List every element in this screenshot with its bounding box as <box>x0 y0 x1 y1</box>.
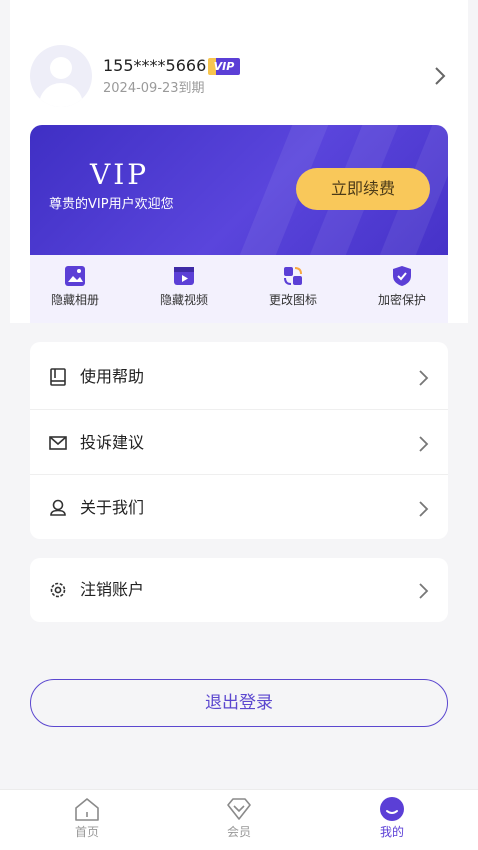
gear-icon <box>50 582 66 598</box>
menu-item-delete-account[interactable]: 注销账户 <box>30 557 448 623</box>
nav-item-member[interactable]: 会员 <box>199 796 279 846</box>
menu-label: 注销账户 <box>80 580 145 599</box>
logout-button[interactable]: 退出登录 <box>30 679 448 727</box>
vip-logo: VIP <box>90 158 150 191</box>
user-icon <box>50 499 66 516</box>
feature-change-icon[interactable]: 更改图标 <box>248 265 338 315</box>
vip-card: VIP 尊贵的VIP用户欢迎您 立即续费 <box>30 125 448 255</box>
menu-item-feedback[interactable]: 投诉建议 <box>30 410 448 476</box>
phone-number: 155****5666 <box>103 56 207 75</box>
nav-item-home[interactable]: 首页 <box>47 796 127 846</box>
chevron-right-icon[interactable] <box>434 66 446 86</box>
feature-hidden-album[interactable]: 隐藏相册 <box>30 265 120 315</box>
menu-label: 使用帮助 <box>80 367 145 386</box>
menu-card: 使用帮助 投诉建议 关于我们 <box>30 342 448 539</box>
diamond-icon <box>227 798 251 820</box>
feature-row: 隐藏相册 隐藏视频 更改图标 加密保护 <box>30 255 448 323</box>
avatar-body-shape <box>39 83 83 107</box>
nav-item-mine[interactable]: 我的 <box>352 796 432 846</box>
book-icon <box>50 368 66 386</box>
menu-item-about[interactable]: 关于我们 <box>30 475 448 541</box>
vip-badge: VIP <box>208 58 240 75</box>
feature-label: 加密保护 <box>377 293 426 307</box>
renew-button[interactable]: 立即续费 <box>296 168 430 210</box>
photo-album-icon <box>65 266 85 286</box>
expire-date: 2024-09-23到期 <box>103 81 205 96</box>
chevron-right-icon <box>419 501 429 517</box>
mail-icon <box>49 436 67 450</box>
nav-label: 首页 <box>74 825 99 839</box>
feature-label: 隐藏视频 <box>159 293 208 307</box>
vip-welcome-text: 尊贵的VIP用户欢迎您 <box>49 197 174 212</box>
chevron-right-icon <box>419 583 429 599</box>
nav-label: 我的 <box>379 825 404 839</box>
video-icon <box>174 267 194 285</box>
change-icon-icon <box>284 267 302 285</box>
feature-label: 更改图标 <box>268 293 317 307</box>
avatar-head-shape <box>50 57 72 79</box>
bottom-nav: 首页 会员 我的 <box>0 789 478 850</box>
menu-label: 投诉建议 <box>80 433 145 452</box>
home-icon <box>75 798 99 821</box>
avatar[interactable] <box>30 45 92 107</box>
menu-label: 关于我们 <box>80 498 145 517</box>
menu-card-account: 注销账户 <box>30 558 448 622</box>
feature-encrypt[interactable]: 加密保护 <box>357 265 447 315</box>
menu-item-help[interactable]: 使用帮助 <box>30 344 448 410</box>
chevron-right-icon <box>419 370 429 386</box>
chevron-right-icon <box>419 436 429 452</box>
nav-label: 会员 <box>226 825 251 839</box>
feature-label: 隐藏相册 <box>50 293 99 307</box>
profile-icon <box>380 797 404 821</box>
shield-check-icon <box>393 266 411 286</box>
feature-hidden-video[interactable]: 隐藏视频 <box>139 265 229 315</box>
